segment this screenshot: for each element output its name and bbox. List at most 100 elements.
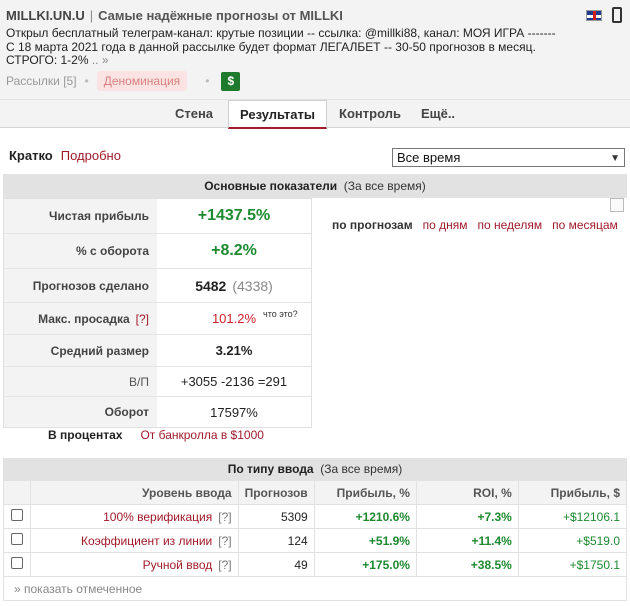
denomination-badge[interactable]: Деноминация (96, 71, 188, 91)
chart-tab-by-months[interactable]: по месяцам (552, 218, 618, 232)
stat-value-drawdown: 101.2% что это? (157, 303, 311, 334)
chevron-down-icon: ▼ (610, 153, 620, 164)
stat-label: Средний размер (4, 335, 157, 366)
forecasts-secondary-count: (4338) (232, 277, 273, 294)
forecasts-cell: 5309 (237, 504, 315, 529)
column-header-roi[interactable]: ROI, % (415, 480, 519, 505)
profit-usd-cell: +$519.0 (517, 528, 628, 553)
row-checkbox[interactable] (10, 533, 23, 545)
tab-control[interactable]: Контроль (331, 100, 409, 128)
stat-value: +8.2% (211, 242, 257, 259)
stat-row-net-profit: Чистая прибыль +1437.5% (4, 199, 311, 234)
mailings-link[interactable]: Рассылки [5] (6, 74, 77, 88)
entry-help-link[interactable]: [?] (218, 558, 231, 572)
stat-label: % с оборота (4, 234, 157, 268)
stat-value: 3.21% (215, 343, 253, 358)
entry-level-link[interactable]: Ручной ввод (143, 558, 213, 572)
stats-table: Чистая прибыль +1437.5% % с оборота +8.2… (3, 198, 312, 428)
stat-row-max-drawdown: Макс. просадка [?] 101.2% что это? (4, 303, 311, 335)
stat-value: +1437.5% (197, 207, 271, 224)
main-stats-header: Основные показатели (За все время) (3, 174, 627, 198)
period-select[interactable]: Все время ▼ (392, 148, 625, 167)
meta-dot: • (205, 74, 210, 88)
channel-meta: Рассылки [5] • Деноминация • $ (6, 71, 241, 91)
column-header-profit-pct[interactable]: Прибыль, % (313, 480, 417, 505)
entry-level-link[interactable]: 100% верификация (103, 510, 212, 524)
forecasts-count: 5482 (195, 277, 227, 294)
stat-label: Оборот (4, 397, 157, 427)
period-selected-value: Все время (397, 150, 461, 165)
mobile-phone-icon[interactable] (612, 7, 622, 23)
entry-type-table: Уровень ввода Прогнозов Прибыль, % ROI, … (3, 480, 628, 577)
stat-value: +3055 -2136 =291 (180, 374, 288, 389)
stat-row-turnover-pct: % с оборота +8.2% (4, 234, 311, 269)
table-row: Ручной ввод [?] 49 +175.0% +38.5% +$1750.… (3, 552, 628, 577)
bankroll-mode-link[interactable]: От банкролла в $1000 (140, 428, 264, 442)
main-stats-subtitle: (За все время) (343, 179, 426, 193)
roi-cell: +7.3% (415, 504, 519, 529)
entry-type-subtitle: (За все время) (320, 462, 403, 476)
tab-wall[interactable]: Стена (163, 100, 225, 128)
chart-tab-by-weeks[interactable]: по неделям (478, 218, 543, 232)
entry-help-link[interactable]: [?] (218, 534, 231, 548)
chart-image-placeholder (610, 198, 624, 212)
row-checkbox[interactable] (10, 509, 23, 521)
channel-description: Открыл бесплатный телеграм-канал: крутые… (6, 26, 566, 68)
page-title: MILLKI.UN.U | Самые надёжные прогнозы от M… (6, 8, 343, 23)
table-header-row: Уровень ввода Прогнозов Прибыль, % ROI, … (3, 480, 628, 505)
stat-label-text: Макс. просадка (38, 311, 130, 326)
percent-mode-row: В процентах От банкролла в $1000 (48, 428, 264, 442)
title-separator: | (89, 8, 94, 23)
forecasts-cell: 124 (237, 528, 315, 553)
site-name[interactable]: MILLKI.UN.U (6, 8, 85, 23)
stat-value-forecasts: 5482 (4338) (157, 269, 311, 302)
meta-dot: • (84, 74, 89, 88)
show-selected-link[interactable]: » показать отмеченное (3, 577, 627, 601)
entry-type-title: По типу ввода (227, 462, 314, 476)
column-header-entry-level[interactable]: Уровень ввода (29, 480, 239, 505)
view-mode-switch: Кратко Подробно (9, 148, 121, 163)
view-short[interactable]: Кратко (9, 148, 53, 163)
dollar-button[interactable]: $ (221, 71, 241, 91)
entry-level-link[interactable]: Коэффициент из линии (81, 534, 212, 548)
chart-tab-by-forecasts[interactable]: по прогнозам (332, 218, 413, 232)
channel-header: MILLKI.UN.U | Самые надёжные прогнозы от M… (0, 0, 630, 100)
channel-tagline: Самые надёжные прогнозы от MILLKI (98, 8, 343, 23)
profit-pct-cell: +175.0% (313, 552, 417, 577)
entry-help-link[interactable]: [?] (218, 510, 231, 524)
profit-pct-cell: +51.9% (313, 528, 417, 553)
profit-usd-cell: +$1750.1 (517, 552, 628, 577)
read-more-link[interactable]: .. » (89, 53, 109, 67)
main-tabs: Стена Результаты Контроль Ещё.. (0, 100, 630, 129)
percent-mode-label: В процентах (48, 428, 123, 442)
column-header-profit-usd[interactable]: Прибыль, $ (517, 480, 628, 505)
view-detailed-link[interactable]: Подробно (61, 148, 121, 163)
stat-value: 17597% (210, 404, 258, 420)
chart-tab-by-days[interactable]: по дням (423, 218, 468, 232)
table-row: Коэффициент из линии [?] 124 +51.9% +11.4… (3, 528, 628, 553)
what-is-this-link[interactable]: что это? (263, 309, 298, 319)
stat-label: Чистая прибыль (4, 199, 157, 233)
uk-flag-icon[interactable] (586, 10, 602, 21)
drawdown-value: 101.2% (211, 311, 257, 326)
stat-row-forecasts: Прогнозов сделано 5482 (4338) (4, 269, 311, 303)
main-stats-title: Основные показатели (204, 179, 338, 193)
stat-label: Прогнозов сделано (4, 269, 157, 302)
column-header-forecasts[interactable]: Прогнозов (237, 480, 315, 505)
table-row: 100% верификация [?] 5309 +1210.6% +7.3% … (3, 504, 628, 529)
profit-usd-cell: +$12106.1 (517, 504, 628, 529)
stat-label: В/П (4, 367, 157, 396)
chart-period-tabs: по прогнозам по дням по неделям по месяцам (332, 218, 618, 232)
drawdown-help-link[interactable]: [?] (136, 312, 149, 326)
tab-more[interactable]: Ещё.. (412, 100, 464, 128)
entry-type-header: По типу ввода (За все время) (3, 458, 627, 480)
profit-pct-cell: +1210.6% (313, 504, 417, 529)
tab-results[interactable]: Результаты (228, 100, 327, 129)
forecasts-cell: 49 (237, 552, 315, 577)
stat-label-drawdown: Макс. просадка [?] (4, 303, 157, 334)
stat-row-turnover: Оборот 17597% (4, 397, 311, 427)
roi-cell: +38.5% (415, 552, 519, 577)
row-checkbox[interactable] (10, 557, 23, 569)
stat-row-win-loss: В/П +3055 -2136 =291 (4, 367, 311, 397)
stat-row-avg-size: Средний размер 3.21% (4, 335, 311, 367)
